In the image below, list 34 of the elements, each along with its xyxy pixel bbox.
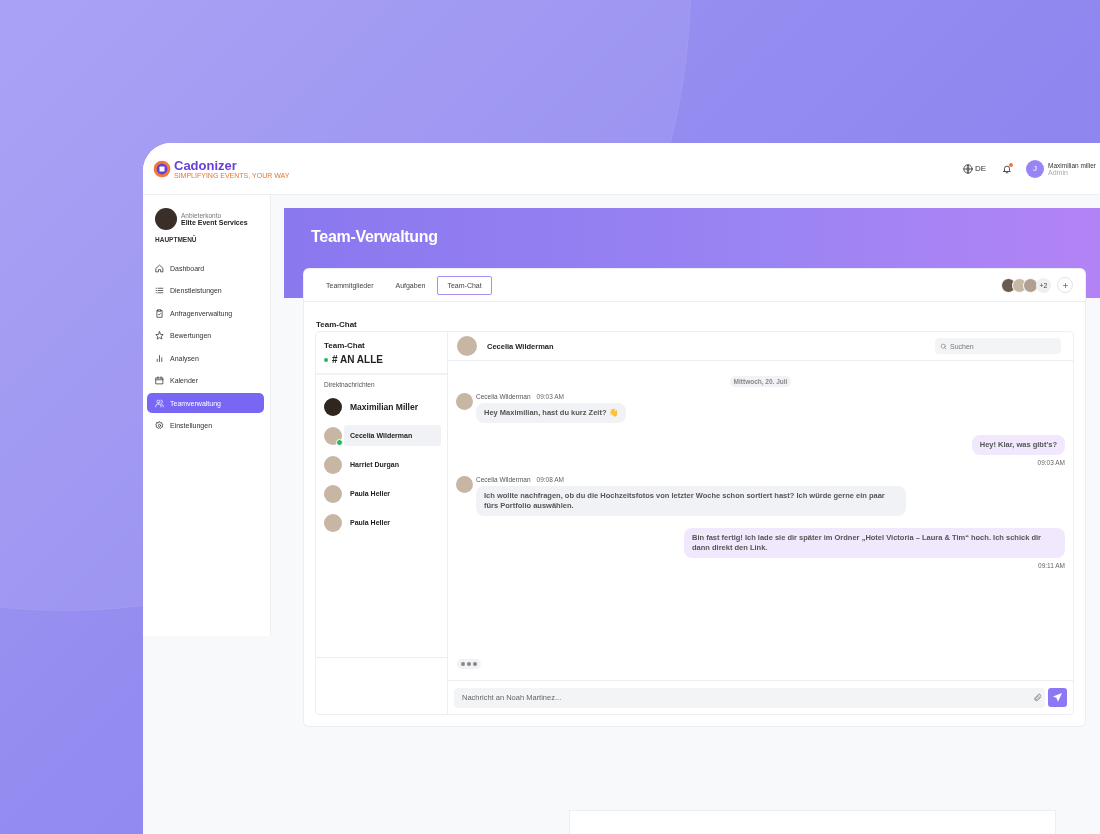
bar-chart-icon [155, 353, 164, 363]
plus-icon [1061, 281, 1069, 289]
member-photo-placeholder [1023, 277, 1038, 293]
attach-button[interactable] [1033, 693, 1042, 702]
clipboard-icon [155, 308, 164, 318]
page-title: Team-Verwaltung [311, 228, 439, 246]
contact-photo-placeholder [324, 397, 342, 416]
account-photo-placeholder [155, 208, 177, 230]
language-selector[interactable]: DE [974, 164, 986, 173]
contact-photo-placeholder [324, 484, 342, 503]
sender-photo-placeholder [456, 393, 473, 410]
search-icon [940, 342, 947, 350]
house-icon [155, 263, 164, 273]
users-icon [155, 398, 164, 408]
paperclip-icon [1033, 693, 1042, 702]
channels-title: Team-Chat [324, 341, 366, 350]
paper-plane-icon [1052, 692, 1063, 703]
contact-photo-placeholder [324, 513, 342, 532]
section-heading: Team-Chat [316, 320, 358, 329]
star-icon [155, 331, 164, 340]
status-dot [324, 357, 328, 362]
sender-photo-placeholder [456, 476, 473, 493]
channel-item[interactable]: # AN ALLE [324, 354, 439, 365]
calendar-icon [155, 376, 164, 385]
settings-icon [155, 421, 164, 430]
list-icon [155, 286, 164, 295]
brand-name: Cadonizer [174, 158, 238, 172]
bell-icon [1002, 163, 1012, 174]
contact-item[interactable]: Maximilian Miller [344, 394, 441, 419]
contact-photo-placeholder [457, 336, 477, 356]
send-button[interactable] [1048, 688, 1067, 707]
notification-button[interactable] [1000, 161, 1014, 176]
globe-icon [962, 163, 973, 174]
contact-photo-placeholder [324, 455, 342, 474]
